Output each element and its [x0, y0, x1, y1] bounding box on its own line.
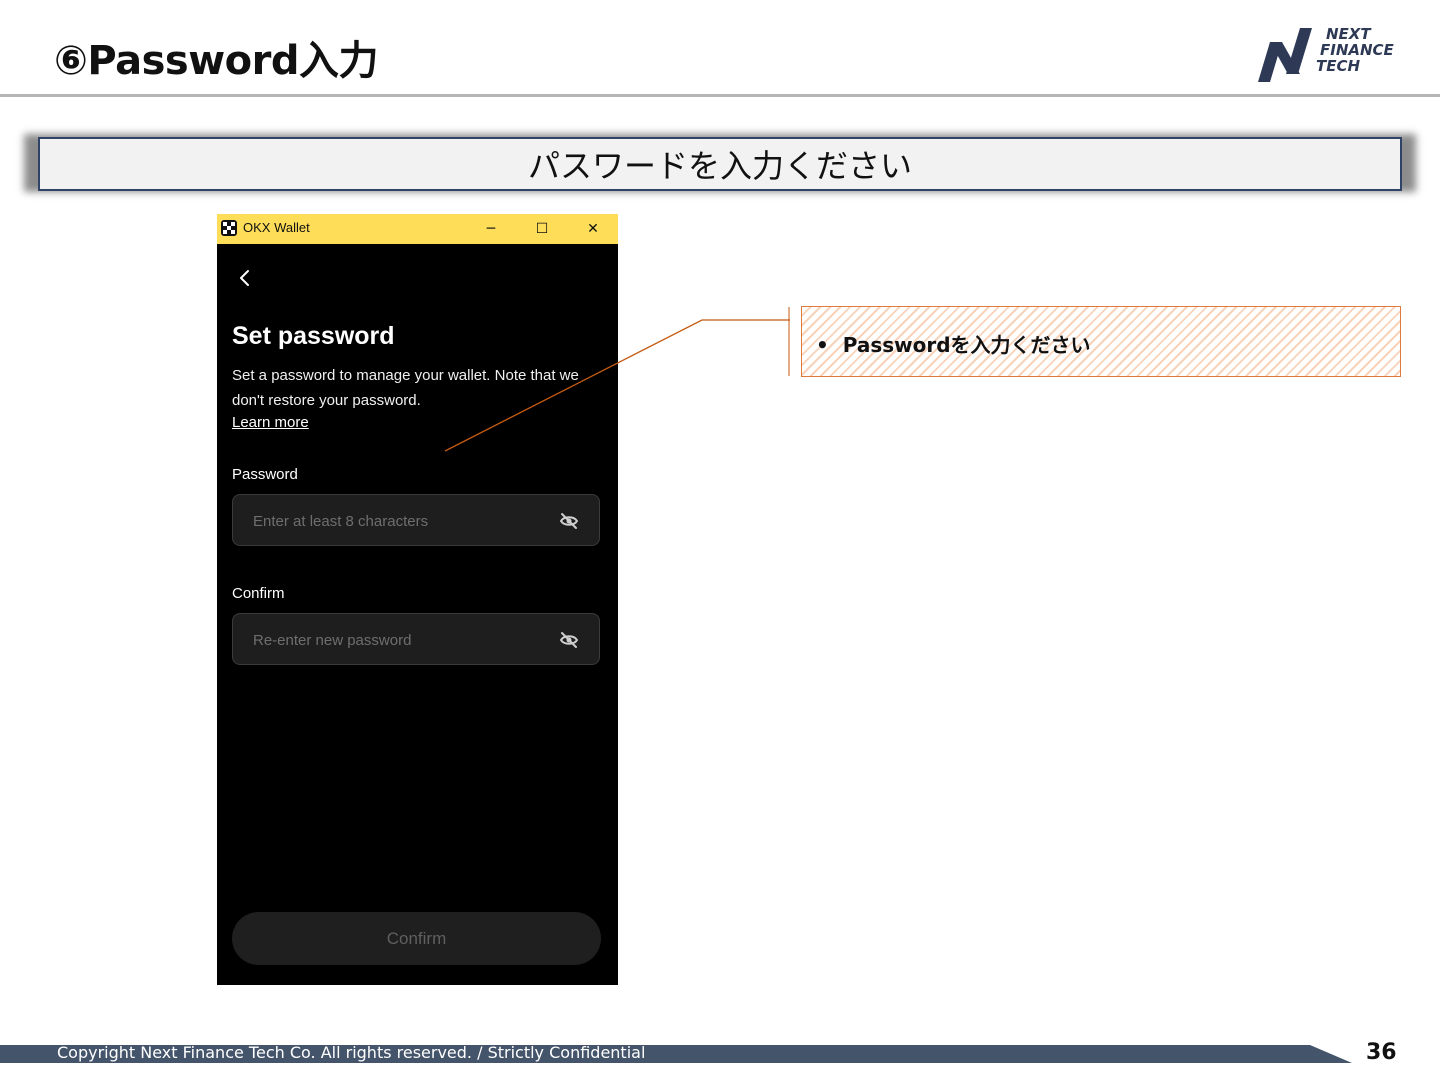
callout-bullet: • [816, 333, 829, 357]
password-label: Password [232, 466, 298, 483]
confirm-password-input[interactable] [251, 628, 545, 652]
callout-label: Passwordを入力ください [842, 333, 1091, 357]
confirm-label: Confirm [232, 585, 285, 602]
title-divider [0, 94, 1440, 97]
footer-copyright: Copyright Next Finance Tech Co. All righ… [57, 1043, 646, 1062]
learn-more-link[interactable]: Learn more [232, 414, 309, 431]
callout-connector [444, 307, 790, 452]
eye-off-icon[interactable] [559, 630, 579, 650]
password-field[interactable] [232, 494, 600, 546]
set-password-heading: Set password [232, 322, 395, 350]
password-input[interactable] [251, 509, 545, 533]
close-button[interactable]: ✕ [581, 217, 605, 241]
callout-box: • Passwordを入力ください [801, 306, 1401, 377]
maximize-button[interactable]: ☐ [530, 217, 554, 241]
logo-line-1: NEXT [1326, 25, 1371, 43]
window-title: OKX Wallet [243, 220, 310, 235]
slide-title: ⑥Password入力 [54, 38, 379, 84]
logo-line-3: TECH [1316, 57, 1361, 75]
window-titlebar[interactable]: OKX Wallet ─ ☐ ✕ [217, 214, 618, 244]
okx-logo-icon [221, 220, 237, 236]
logo-line-2: FINANCE [1320, 41, 1394, 59]
callout-text: • Passwordを入力ください [816, 329, 1091, 358]
eye-off-icon[interactable] [559, 511, 579, 531]
back-chevron-icon[interactable] [237, 266, 253, 290]
page-number: 36 [1366, 1040, 1397, 1065]
minimize-button[interactable]: ─ [479, 217, 503, 241]
company-logo: NEXT FINANCE TECH [1256, 26, 1406, 84]
logo-text: NEXT FINANCE TECH [1316, 26, 1394, 74]
instruction-banner: パスワードを入力ください [38, 137, 1402, 191]
confirm-password-field[interactable] [232, 613, 600, 665]
confirm-button[interactable]: Confirm [232, 912, 601, 965]
